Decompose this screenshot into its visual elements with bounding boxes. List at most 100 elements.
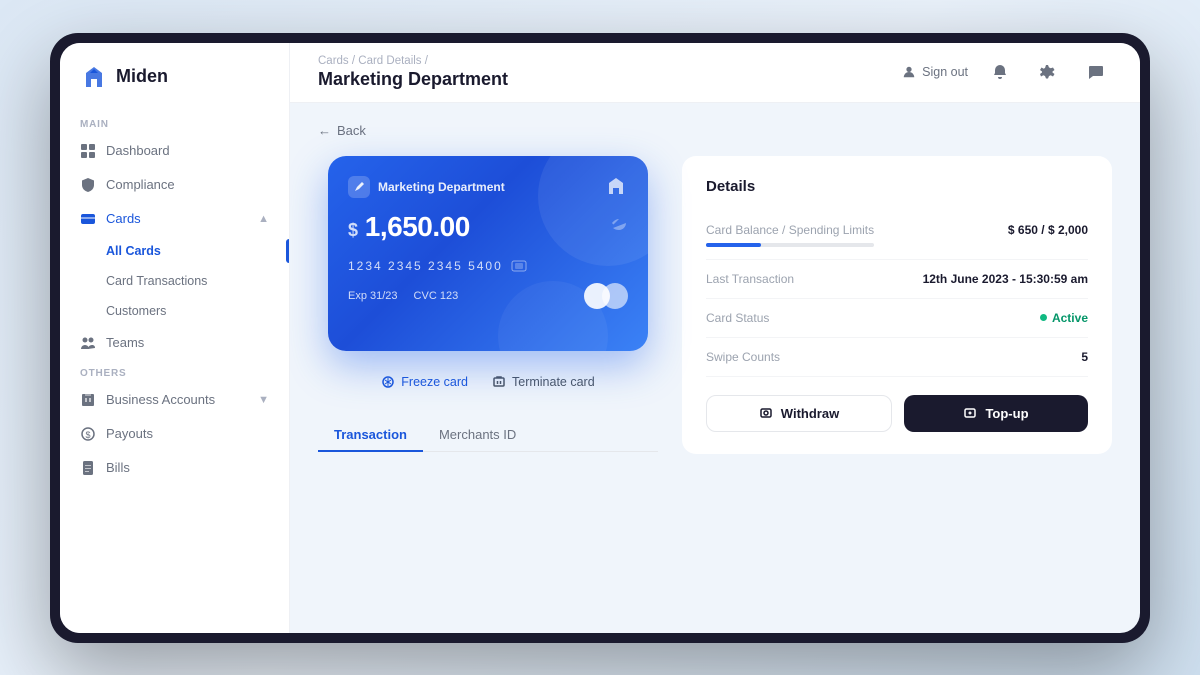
status-dot	[1040, 314, 1047, 321]
card-balance: $ 1,650.00	[348, 211, 470, 243]
card-transactions-label: Card Transactions	[106, 274, 207, 288]
section-main-label: Main	[60, 111, 289, 134]
tab-merchants-id[interactable]: Merchants ID	[423, 419, 532, 452]
currency-symbol: $	[348, 220, 358, 240]
page-title: Marketing Department	[318, 69, 508, 90]
card-brand-icon	[604, 176, 628, 199]
eye-slash-icon	[610, 217, 628, 231]
customers-label: Customers	[106, 304, 166, 318]
card-status-value: Active	[1040, 311, 1088, 325]
sidebar-subitem-card-transactions[interactable]: Card Transactions	[60, 266, 289, 296]
withdraw-icon	[759, 406, 773, 420]
compliance-label: Compliance	[106, 177, 175, 192]
back-chevron-icon: ←	[318, 123, 331, 138]
tab-merchants-id-label: Merchants ID	[439, 427, 516, 442]
chat-icon	[1088, 64, 1104, 80]
balance-bar-bg	[706, 243, 874, 247]
sidebar-item-payouts[interactable]: $ Payouts	[60, 417, 289, 451]
tabs-row: Transaction Merchants ID	[318, 419, 658, 452]
miden-card-logo	[604, 176, 628, 194]
freeze-card-label: Freeze card	[401, 375, 468, 389]
page-header: Cards / Card Details / Marketing Departm…	[318, 55, 508, 90]
detail-row-balance: Card Balance / Spending Limits $ 650 / $…	[706, 211, 1088, 260]
mastercard-icon	[584, 283, 628, 309]
sidebar-subitem-customers[interactable]: Customers	[60, 296, 289, 326]
sidebar-item-compliance[interactable]: Compliance	[60, 168, 289, 202]
sidebar-item-cards[interactable]: Cards ▲	[60, 202, 289, 236]
terminate-icon	[492, 375, 506, 389]
terminate-card-button[interactable]: Terminate card	[492, 369, 595, 395]
card-footer: Exp 31/23 CVC 123	[348, 283, 628, 309]
logo-area: Miden	[60, 63, 289, 111]
topup-icon	[963, 406, 977, 420]
withdraw-label: Withdraw	[781, 406, 839, 421]
card-balance-row: $ 1,650.00	[348, 211, 628, 243]
freeze-card-button[interactable]: Freeze card	[381, 369, 468, 395]
brush-icon	[353, 181, 365, 193]
swipe-counts-label: Swipe Counts	[706, 350, 780, 364]
card-status-text: Active	[1052, 311, 1088, 325]
balance-bar-fill	[706, 243, 761, 247]
card-name-row: Marketing Department	[348, 176, 505, 198]
logo-icon	[80, 63, 108, 91]
building-icon	[80, 392, 96, 408]
sidebar-item-business-accounts[interactable]: Business Accounts ▼	[60, 383, 289, 417]
chat-button[interactable]	[1080, 56, 1112, 88]
people-icon	[80, 335, 96, 351]
chip-icon	[511, 260, 527, 272]
detail-row-card-status: Card Status Active	[706, 299, 1088, 338]
card-number-text: 1234 2345 2345 5400	[348, 259, 503, 273]
sidebar-item-dashboard[interactable]: Dashboard	[60, 134, 289, 168]
doc-icon	[80, 460, 96, 476]
topbar: Cards / Card Details / Marketing Departm…	[290, 43, 1140, 103]
card-exp-cvc: Exp 31/23 CVC 123	[348, 290, 458, 302]
balance-label-text: Card Balance / Spending Limits	[706, 223, 874, 237]
topup-button[interactable]: Top-up	[904, 395, 1088, 432]
balance-amount: 1,650.00	[365, 211, 470, 242]
card-header: Marketing Department	[348, 176, 628, 199]
detail-row-swipe-counts: Swipe Counts 5	[706, 338, 1088, 377]
sign-out-button[interactable]: Sign out	[902, 65, 968, 79]
sidebar-item-bills[interactable]: Bills	[60, 451, 289, 485]
notifications-button[interactable]	[984, 56, 1016, 88]
withdraw-button[interactable]: Withdraw	[706, 395, 892, 432]
balance-label: Card Balance / Spending Limits	[706, 223, 874, 247]
sidebar-item-teams[interactable]: Teams	[60, 326, 289, 360]
last-transaction-label: Last Transaction	[706, 272, 794, 286]
all-cards-label: All Cards	[106, 244, 161, 258]
detail-row-last-transaction: Last Transaction 12th June 2023 - 15:30:…	[706, 260, 1088, 299]
breadcrumb-cards[interactable]: Cards	[318, 55, 349, 67]
credit-card: Marketing Department $	[328, 156, 648, 351]
card-column: Marketing Department $	[318, 156, 658, 454]
freeze-icon	[381, 375, 395, 389]
card-status-label: Card Status	[706, 311, 769, 325]
settings-button[interactable]	[1032, 56, 1064, 88]
teams-label: Teams	[106, 335, 144, 350]
sidebar-subitem-all-cards[interactable]: All Cards	[60, 236, 289, 266]
main-content: Cards / Card Details / Marketing Departm…	[290, 43, 1140, 633]
app-name: Miden	[116, 66, 168, 87]
shield-icon	[80, 177, 96, 193]
mc-right-circle	[602, 283, 628, 309]
payouts-label: Payouts	[106, 426, 153, 441]
details-title: Details	[706, 178, 1088, 195]
cards-label: Cards	[106, 211, 141, 226]
gear-icon	[1040, 64, 1056, 80]
business-accounts-chevron: ▼	[258, 394, 269, 406]
cards-submenu: All Cards Card Transactions Customers	[60, 236, 289, 326]
breadcrumb-card-details[interactable]: Card Details	[358, 55, 421, 67]
user-icon	[902, 65, 916, 79]
card-cvc: CVC 123	[414, 290, 459, 302]
page-area: ← Back	[290, 103, 1140, 633]
business-accounts-label: Business Accounts	[106, 392, 215, 407]
balance-value: $ 650 / $ 2,000	[1008, 223, 1088, 237]
sign-out-label: Sign out	[922, 65, 968, 79]
back-button[interactable]: ← Back	[318, 123, 1112, 138]
topup-label: Top-up	[985, 406, 1028, 421]
hide-balance-button[interactable]	[610, 217, 628, 236]
card-icon	[80, 211, 96, 227]
card-dept-name: Marketing Department	[378, 180, 505, 194]
back-label: Back	[337, 123, 366, 138]
tab-transaction[interactable]: Transaction	[318, 419, 423, 452]
topbar-actions: Sign out	[902, 56, 1112, 88]
